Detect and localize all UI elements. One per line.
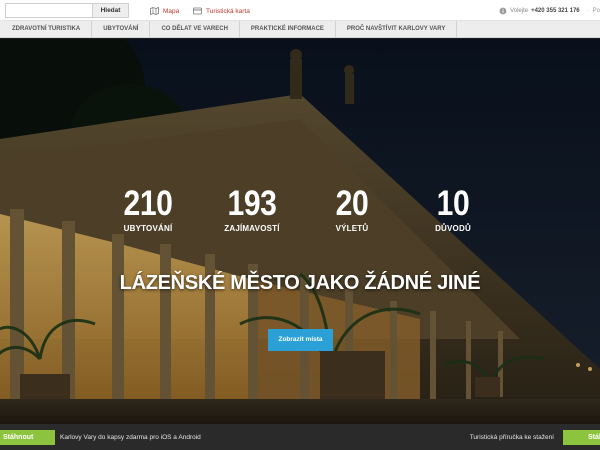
nav-item-practical-info[interactable]: Praktické informace (240, 21, 336, 38)
phone-contact: Volejte +420 355 321 176 · Po (499, 5, 600, 17)
map-link[interactable]: Mapa (150, 5, 179, 17)
phone-hours: · Po (587, 8, 600, 14)
download-guide-button[interactable]: Stáhnout (563, 430, 600, 445)
stat-trips[interactable]: 20 Výletů (330, 184, 374, 234)
stat-label: Výletů (335, 224, 369, 233)
stat-value: 20 (335, 184, 369, 223)
stat-value: 10 (436, 184, 470, 223)
phone-label: Volejte (510, 8, 529, 14)
guide-promo-text: Turistická příručka ke stažení (469, 434, 554, 441)
hero-background-image (0, 39, 600, 424)
stat-label: Ubytování (123, 224, 173, 233)
stat-accommodation[interactable]: 210 Ubytování (116, 184, 180, 234)
app-promo-bar: Stáhnout Karlovy Vary do kapsy zdarma pr… (0, 424, 600, 450)
stat-attractions[interactable]: 193 Zajímavostí (218, 184, 286, 234)
stat-reasons[interactable]: 10 Důvodů (430, 184, 476, 234)
card-icon (193, 7, 202, 15)
show-places-button[interactable]: Zobrazit místa (268, 329, 333, 351)
map-icon (150, 7, 159, 15)
stat-label: Důvodů (435, 224, 471, 233)
stat-value: 210 (123, 184, 173, 223)
tourist-card-label: Turistická karta (206, 7, 250, 15)
nav-item-why-visit[interactable]: Proč navštívit Karlovy Vary (336, 21, 458, 38)
phone-number[interactable]: +420 355 321 176 (531, 8, 580, 14)
search-button[interactable]: Hledat (93, 3, 129, 18)
nav-item-things-to-do[interactable]: Co dělat ve Varech (150, 21, 240, 38)
info-circle-icon (499, 7, 507, 15)
stat-value: 193 (227, 184, 277, 223)
hero-tagline: Lázeňské město jako žádné jiné (119, 272, 481, 294)
map-link-label: Mapa (163, 7, 180, 15)
app-promo-text: Karlovy Vary do kapsy zdarma pro iOS a A… (60, 434, 201, 441)
tourist-card-link[interactable]: Turistická karta (193, 5, 250, 17)
main-nav: Zdravotní turistika Ubytování Co dělat v… (0, 21, 600, 38)
top-bar: Hledat Mapa Turistická karta Volejte +42… (0, 0, 600, 21)
search-input[interactable] (5, 3, 93, 18)
hero-banner: 210 Ubytování 193 Zajímavostí 20 Výletů … (0, 39, 600, 424)
nav-item-health-tourism[interactable]: Zdravotní turistika (0, 21, 93, 38)
download-app-button[interactable]: Stáhnout (0, 430, 55, 445)
nav-item-accommodation[interactable]: Ubytování (92, 21, 151, 38)
stat-label: Zajímavostí (224, 224, 280, 233)
